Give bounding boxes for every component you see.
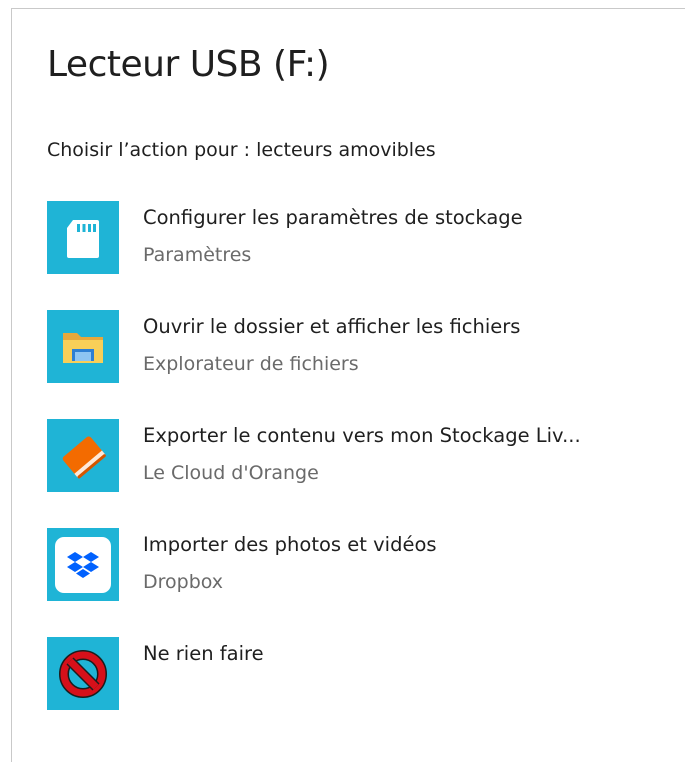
option-label: Exporter le contenu vers mon Stockage Li… xyxy=(143,424,581,447)
option-label: Importer des photos et vidéos xyxy=(143,533,437,556)
file-explorer-icon xyxy=(47,310,119,383)
option-app: Paramètres xyxy=(143,244,252,266)
orange-cloud-book-icon xyxy=(47,419,119,492)
dropbox-icon xyxy=(47,528,119,601)
option-app: Le Cloud d'Orange xyxy=(143,462,319,484)
sd-card-icon xyxy=(47,201,119,274)
option-label: Ne rien faire xyxy=(143,642,264,665)
option-app: Explorateur de fichiers xyxy=(143,353,359,375)
option-export-orange-cloud[interactable]: Exporter le contenu vers mon Stockage Li… xyxy=(47,419,667,493)
option-app: Dropbox xyxy=(143,571,224,593)
dialog-title: Lecteur USB (F:) xyxy=(47,44,330,85)
option-configure-storage[interactable]: Configurer les paramètres de stockage Pa… xyxy=(47,201,667,275)
prohibited-icon xyxy=(47,637,119,710)
dialog-subtitle: Choisir l’action pour : lecteurs amovibl… xyxy=(47,139,436,161)
option-label: Ouvrir le dossier et afficher les fichie… xyxy=(143,315,521,338)
option-import-dropbox[interactable]: Importer des photos et vidéos Dropbox xyxy=(47,528,667,602)
option-do-nothing[interactable]: Ne rien faire xyxy=(47,637,667,711)
option-label: Configurer les paramètres de stockage xyxy=(143,206,523,229)
option-open-folder[interactable]: Ouvrir le dossier et afficher les fichie… xyxy=(47,310,667,384)
